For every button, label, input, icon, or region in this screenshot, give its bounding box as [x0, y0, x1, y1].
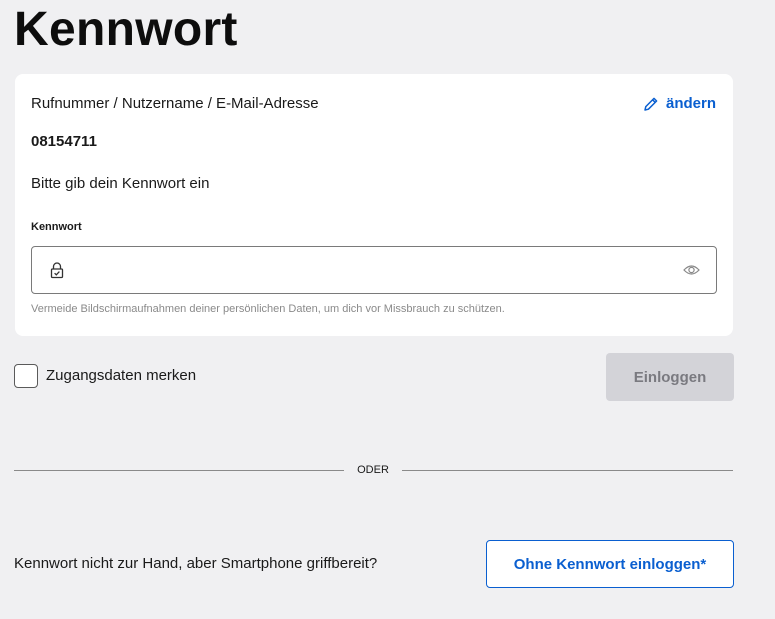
login-page: Kennwort Rufnummer / Nutzername / E-Mail… [0, 0, 775, 619]
lock-icon [50, 262, 64, 279]
password-prompt: Bitte gib dein Kennwort ein [31, 175, 210, 192]
remember-checkbox[interactable] [14, 364, 38, 388]
password-field[interactable] [31, 246, 717, 294]
page-title: Kennwort [14, 3, 238, 56]
change-user-link[interactable]: ändern [643, 94, 716, 114]
user-id-label: Rufnummer / Nutzername / E-Mail-Adresse [31, 95, 319, 112]
passwordless-question: Kennwort nicht zur Hand, aber Smartphone… [14, 555, 378, 572]
login-button[interactable]: Einloggen [606, 353, 734, 401]
login-card: Rufnummer / Nutzername / E-Mail-Adresse … [15, 74, 733, 336]
change-user-label: ändern [665, 95, 716, 112]
eye-icon[interactable] [683, 263, 700, 277]
divider-line-right [402, 470, 733, 471]
password-input[interactable] [78, 255, 668, 285]
passwordless-login-button[interactable]: Ohne Kennwort einloggen* [486, 540, 734, 588]
password-field-label: Kennwort [31, 221, 82, 233]
divider-text: ODER [357, 464, 389, 476]
divider-line-left [14, 470, 344, 471]
user-id-value: 08154711 [31, 133, 97, 150]
remember-label: Zugangsdaten merken [46, 367, 197, 384]
privacy-hint: Vermeide Bildschirmaufnahmen deiner pers… [31, 303, 505, 315]
pencil-icon [644, 97, 658, 111]
remember-credentials[interactable]: Zugangsdaten merken [14, 364, 196, 388]
